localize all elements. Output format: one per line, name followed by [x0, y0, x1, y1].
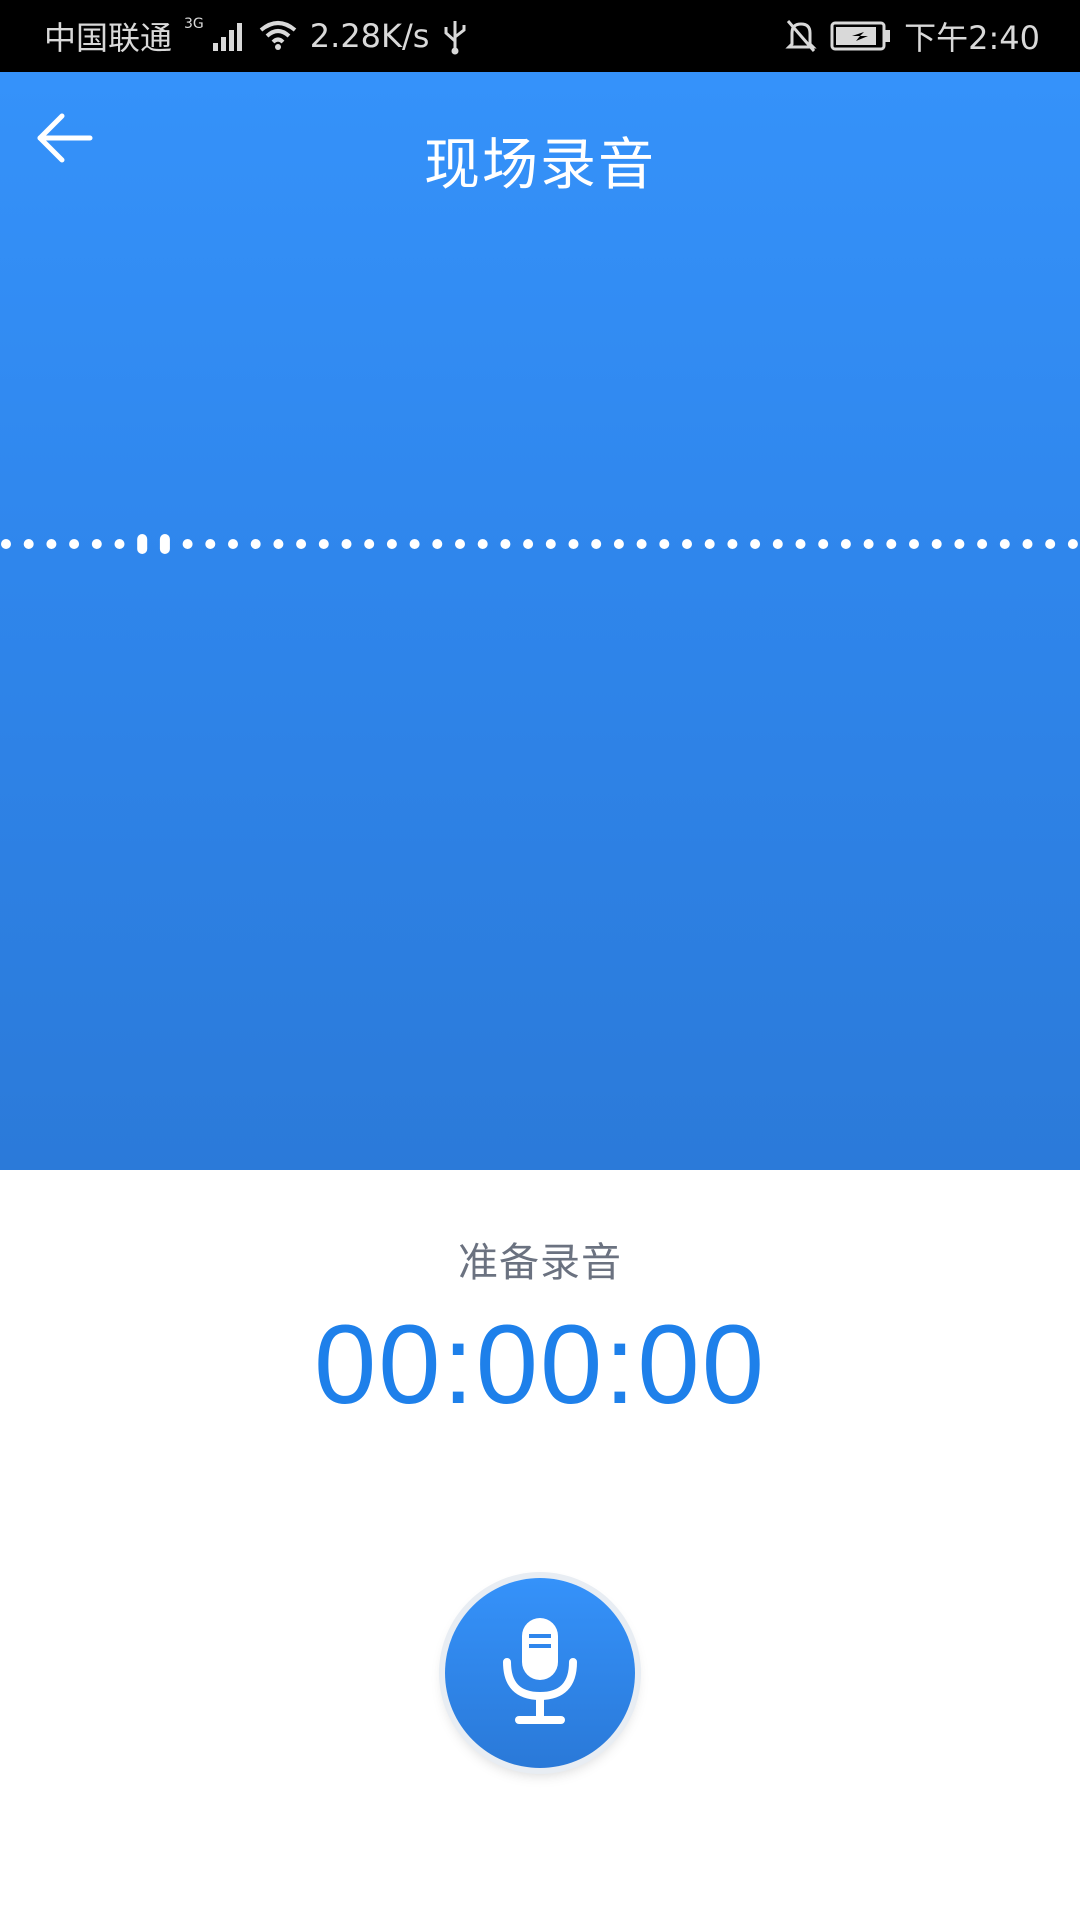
network-speed-label: 2.28K/s: [309, 17, 430, 55]
waveform-dot: [659, 539, 670, 549]
waveform-dot: [523, 539, 534, 549]
clock-label: 下午2:40: [904, 19, 1040, 57]
waveform-dot: [727, 539, 738, 549]
waveform-dot: [636, 539, 647, 549]
waveform-dot: [750, 539, 761, 549]
battery-icon: [830, 20, 892, 52]
waveform-dot: [46, 539, 57, 549]
waveform-dot: [568, 539, 579, 549]
waveform-dot: [432, 539, 443, 549]
record-button[interactable]: [445, 1578, 635, 1768]
waveform-dot: [999, 539, 1010, 549]
waveform-dot: [1045, 539, 1056, 549]
waveform-dot: [1, 539, 11, 549]
waveform-dot: [886, 539, 897, 549]
waveform-dot: [386, 539, 397, 549]
waveform-dot: [909, 539, 919, 549]
waveform-dot: [318, 539, 329, 549]
waveform-dot: [795, 539, 806, 549]
waveform-dot: [228, 539, 238, 549]
waveform-dot: [977, 539, 988, 549]
waveform-dot: [250, 539, 261, 549]
waveform-dot: [818, 539, 829, 549]
wifi-icon: [258, 20, 298, 52]
waveform-dot: [477, 539, 488, 549]
waveform-dot: [613, 539, 624, 549]
waveform-dot: [863, 539, 874, 549]
waveform-dot: [954, 539, 965, 549]
waveform-dot: [273, 539, 284, 549]
notifications-off-icon: [784, 18, 818, 54]
waveform-dot: [1067, 539, 1078, 549]
usb-icon: [441, 17, 469, 55]
waveform-dot: [931, 539, 942, 549]
microphone-icon: [495, 1616, 585, 1730]
status-bar: 中国联通 3G 2.28K/s 下午2:40: [0, 0, 1080, 72]
waveform-dot: [500, 539, 511, 549]
waveform-dot: [545, 539, 556, 549]
waveform-dot: [341, 539, 352, 549]
waveform-dot: [159, 534, 170, 554]
waveform-dot: [682, 539, 692, 549]
carrier-label: 中国联通: [44, 19, 173, 57]
recording-timer: 00:00:00: [314, 1302, 766, 1427]
page-title: 现场录音: [424, 133, 656, 198]
waveform-dot: [296, 539, 307, 549]
waveform-dot: [840, 539, 851, 549]
waveform-dot: [591, 539, 602, 549]
recording-status-label: 准备录音: [458, 1240, 622, 1286]
waveform-dot: [205, 539, 216, 549]
waveform-dot: [704, 539, 715, 549]
waveform-dot: [114, 539, 125, 549]
waveform-dot: [182, 539, 193, 549]
audio-waveform: [1, 534, 1078, 554]
waveform-dot: [364, 539, 375, 549]
waveform-dot: [455, 539, 465, 549]
signal-icon: [212, 21, 246, 51]
network-type-label: 3G: [184, 16, 204, 32]
waveform-dot: [409, 539, 420, 549]
waveform-dot: [137, 534, 148, 554]
waveform-dot: [91, 539, 102, 549]
waveform-dot: [772, 539, 783, 549]
waveform-dot: [69, 539, 80, 549]
waveform-dot: [23, 539, 34, 549]
waveform-dot: [1022, 539, 1033, 549]
recorder-visualizer-panel: 现场录音: [0, 72, 1080, 1170]
